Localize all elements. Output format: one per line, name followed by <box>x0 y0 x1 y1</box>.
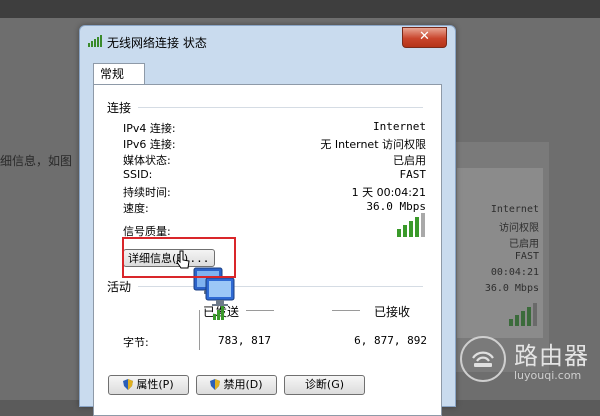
background-window-line: Internet <box>490 204 539 215</box>
background-window-line: 已启用 <box>509 239 539 250</box>
uac-shield-icon <box>210 379 221 390</box>
ipv4-label: IPv4 连接: <box>123 122 176 135</box>
background-window-line: 00:04:21 <box>490 267 539 278</box>
ipv6-label: IPv6 连接: <box>123 138 176 151</box>
wireless-signal-icon <box>88 35 102 47</box>
hand-cursor-icon <box>176 250 190 269</box>
ssid-label: SSID: <box>123 168 153 181</box>
signal-quality-icon <box>397 213 425 237</box>
speed-label: 速度: <box>123 202 149 215</box>
uac-shield-icon <box>123 379 134 390</box>
media-state-value: 已启用 <box>393 154 426 167</box>
background-topbar <box>0 0 600 18</box>
dialog-title: 无线网络连接 状态 <box>107 36 207 50</box>
watermark-url: luyouqi.com <box>514 369 582 382</box>
activity-section-label: 活动 <box>107 280 132 294</box>
ipv6-value: 无 Internet 访问权限 <box>320 138 426 151</box>
activity-divider <box>138 286 423 287</box>
duration-value: 1 天 00:04:21 <box>351 186 426 199</box>
properties-button-label: 属性(P) <box>136 378 174 391</box>
tab-general[interactable]: 常规 <box>93 63 145 85</box>
background-article-text: 细信息，如图 <box>0 154 73 168</box>
ssid-value: FAST <box>399 168 427 181</box>
sent-line <box>246 310 274 311</box>
disable-button[interactable]: 禁用(D) <box>196 375 277 395</box>
diagnose-button-label: 诊断(G) <box>304 378 345 391</box>
bytes-label: 字节: <box>123 336 149 349</box>
dialog-titlebar[interactable]: 无线网络连接 状态 ✕ <box>80 26 455 56</box>
duration-label: 持续时间: <box>123 186 171 199</box>
received-bytes-value: 6, 877, 892 <box>354 334 427 347</box>
wireless-status-dialog: 无线网络连接 状态 ✕ 常规 连接 IPv4 连接: Internet IPv6… <box>79 25 456 416</box>
ipv4-value: Internet <box>373 120 426 133</box>
connection-section-label: 连接 <box>107 101 132 115</box>
media-state-label: 媒体状态: <box>123 154 171 167</box>
watermark-title: 路由器 <box>514 342 589 370</box>
received-line <box>332 310 360 311</box>
background-window-line: FAST <box>514 251 539 262</box>
properties-button[interactable]: 属性(P) <box>108 375 189 395</box>
signal-bars-icon <box>509 303 537 326</box>
diagnose-button[interactable]: 诊断(G) <box>284 375 365 395</box>
watermark: 路由器 luyouqi.com <box>460 336 589 382</box>
background-window-line: 访问权限 <box>499 223 539 234</box>
received-label: 已接收 <box>374 305 411 319</box>
router-logo-icon <box>460 336 506 382</box>
disable-button-label: 禁用(D) <box>223 378 263 391</box>
background-window-line: 36.0 Mbps <box>484 283 539 294</box>
connection-divider <box>138 107 423 108</box>
close-button[interactable]: ✕ <box>402 27 447 48</box>
